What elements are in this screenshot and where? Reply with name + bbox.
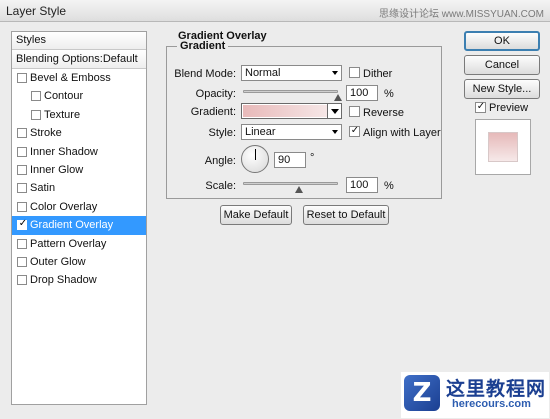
checkbox[interactable] <box>17 201 27 212</box>
style-preview <box>475 119 531 175</box>
chevron-down-icon <box>331 109 339 114</box>
window-title: Layer Style <box>6 4 67 18</box>
group-title: Gradient <box>177 40 229 52</box>
new-style-button[interactable]: New Style... <box>464 79 540 99</box>
style-item-label: Satin <box>30 182 56 195</box>
style-item-label: Pattern Overlay <box>30 237 107 250</box>
logo-name: 这里教程网 <box>446 379 547 400</box>
chevron-down-icon <box>332 71 338 75</box>
style-item-label: Inner Glow <box>30 163 84 176</box>
styles-header[interactable]: Styles <box>12 32 146 50</box>
style-item-label: Stroke <box>30 127 62 140</box>
checkbox[interactable] <box>31 109 41 120</box>
angle-input[interactable]: 90 <box>274 152 306 168</box>
site-logo: Z 这里教程网 herecours.com <box>401 372 549 418</box>
style-item-label: Gradient Overlay <box>30 219 114 232</box>
opacity-slider-thumb[interactable] <box>334 94 342 101</box>
logo-mark: Z <box>404 375 440 411</box>
style-item-gradient-overlay[interactable]: ✓ Gradient Overlay <box>12 216 146 235</box>
align-with-layer-checkbox[interactable]: ✓ <box>349 125 360 137</box>
blend-mode-label: Blend Mode: <box>174 68 236 80</box>
reverse-label: Reverse <box>363 107 404 119</box>
opacity-slider[interactable] <box>243 90 338 93</box>
angle-unit: ° <box>310 152 315 164</box>
scale-label: Scale: <box>205 180 236 192</box>
reverse-checkbox[interactable] <box>349 106 360 117</box>
title-bar: Layer Style 思缘设计论坛 www.MISSYUAN.COM <box>0 0 550 22</box>
checkbox[interactable] <box>17 73 27 83</box>
checkbox[interactable] <box>17 183 27 194</box>
align-with-layer-label: Align with Layer <box>363 127 441 139</box>
checkbox[interactable]: ✓ <box>17 218 28 231</box>
style-item-inner-shadow[interactable]: Inner Shadow <box>12 143 146 161</box>
watermark-text: 思缘设计论坛 www.MISSYUAN.COM <box>378 9 544 20</box>
style-item-label: Bevel & Emboss <box>30 72 111 84</box>
style-item-label: Texture <box>44 108 81 121</box>
gradient-preview[interactable] <box>243 105 327 117</box>
checkbox[interactable] <box>17 128 27 139</box>
style-item-drop-shadow[interactable]: Drop Shadow <box>12 271 146 289</box>
scale-unit: % <box>384 180 394 192</box>
checkbox[interactable] <box>17 275 27 286</box>
opacity-label: Opacity: <box>195 88 236 100</box>
dither-label: Dither <box>363 68 393 80</box>
style-item-label: Color Overlay <box>30 200 98 213</box>
style-item-label: Contour <box>44 90 84 103</box>
style-item-bevel-emboss[interactable]: Bevel & Emboss <box>12 69 146 87</box>
ok-button[interactable]: OK <box>464 31 540 51</box>
scale-input[interactable]: 100 <box>346 177 378 193</box>
angle-indicator-icon <box>255 149 256 160</box>
style-item-satin[interactable]: Satin <box>12 179 146 197</box>
preview-checkbox[interactable]: ✓ <box>475 101 486 113</box>
style-item-texture[interactable]: Texture <box>12 106 146 124</box>
checkmark-icon: ✓ <box>350 125 360 136</box>
style-item-color-overlay[interactable]: Color Overlay <box>12 198 146 216</box>
preview-swatch <box>488 132 518 162</box>
style-item-label: Outer Glow <box>30 255 86 268</box>
opacity-unit: % <box>384 88 394 100</box>
logo-site: herecours.com <box>452 398 531 410</box>
checkbox[interactable] <box>17 238 27 249</box>
gradient-picker[interactable] <box>241 103 342 119</box>
angle-dial[interactable] <box>241 145 269 173</box>
style-item-stroke[interactable]: Stroke <box>12 124 146 142</box>
blend-mode-value: Normal <box>245 67 281 79</box>
style-item-label: Inner Shadow <box>30 145 98 158</box>
style-item-outer-glow[interactable]: Outer Glow <box>12 253 146 271</box>
preview-label: Preview <box>489 102 529 114</box>
angle-label: Angle: <box>204 155 236 167</box>
checkbox[interactable] <box>17 256 27 267</box>
gradient-dropdown-button[interactable] <box>327 104 341 118</box>
style-select[interactable]: Linear <box>241 124 342 140</box>
style-item-inner-glow[interactable]: Inner Glow <box>12 161 146 179</box>
style-value: Linear <box>245 126 276 138</box>
scale-slider[interactable] <box>243 182 338 185</box>
checkbox[interactable] <box>31 91 41 102</box>
styles-list: Styles Blending Options:Default Bevel & … <box>11 31 147 405</box>
gradient-label: Gradient: <box>190 106 236 118</box>
checkmark-icon: ✓ <box>476 101 486 112</box>
blending-options-item[interactable]: Blending Options:Default <box>12 50 146 69</box>
blend-mode-select[interactable]: Normal <box>241 65 342 81</box>
checkbox[interactable] <box>17 146 27 157</box>
dither-checkbox[interactable] <box>349 67 360 78</box>
make-default-button[interactable]: Make Default <box>220 205 292 225</box>
reset-to-default-button[interactable]: Reset to Default <box>303 205 389 225</box>
style-item-contour[interactable]: Contour <box>12 87 146 105</box>
chevron-down-icon <box>332 130 338 134</box>
style-item-label: Drop Shadow <box>30 274 97 287</box>
checkmark-icon: ✓ <box>18 218 28 230</box>
scale-slider-thumb[interactable] <box>295 186 303 193</box>
style-item-pattern-overlay[interactable]: Pattern Overlay <box>12 235 146 253</box>
cancel-button[interactable]: Cancel <box>464 55 540 75</box>
checkbox[interactable] <box>17 164 27 175</box>
opacity-input[interactable]: 100 <box>346 85 378 101</box>
style-label: Style: <box>208 127 236 139</box>
